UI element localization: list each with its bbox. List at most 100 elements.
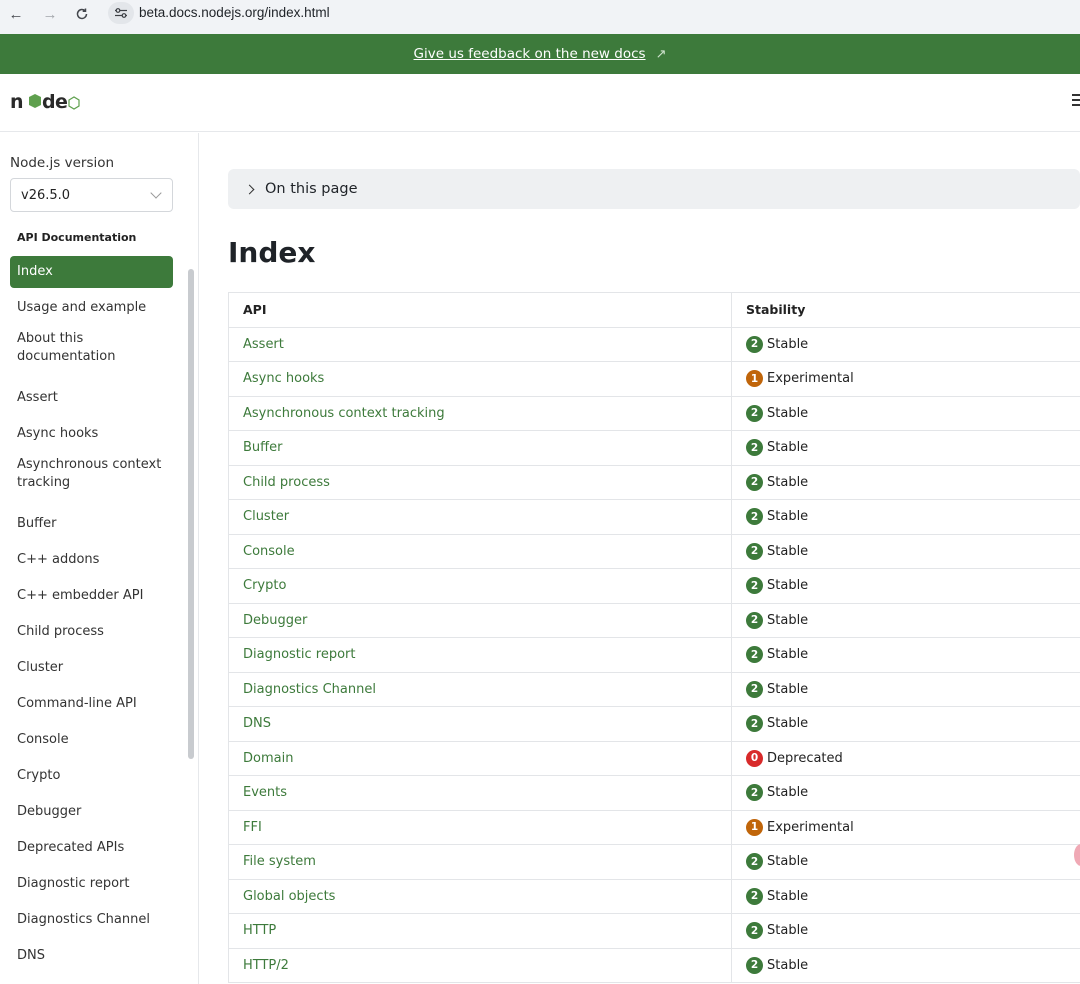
stability-cell: 2 Stable xyxy=(731,326,1080,362)
stability-badge: 2 xyxy=(746,577,763,595)
stability-label: Stable xyxy=(767,440,809,456)
sidebar-item[interactable]: Command-line API xyxy=(10,688,173,720)
table-row: DNS 2 Stable xyxy=(228,706,1080,742)
api-link[interactable]: Diagnostic report xyxy=(228,637,732,673)
forward-icon[interactable]: → xyxy=(40,4,60,24)
api-link[interactable]: Global objects xyxy=(228,878,732,914)
table-row: Diagnostic report 2 Stable xyxy=(228,637,1080,673)
stability-cell: 2 Stable xyxy=(731,706,1080,742)
stability-label: Stable xyxy=(767,543,809,559)
table-row: Crypto 2 Stable xyxy=(228,568,1080,604)
feedback-link[interactable]: Give us feedback on the new docs xyxy=(414,46,646,62)
sidebar-item[interactable]: Cluster xyxy=(10,652,173,684)
stability-label: Deprecated xyxy=(767,750,843,766)
reload-icon[interactable] xyxy=(72,4,92,24)
sidebar-item[interactable]: Diagnostics Channel xyxy=(10,904,173,936)
sidebar-item[interactable]: C++ embedder API xyxy=(10,580,173,612)
stability-label: Experimental xyxy=(767,819,854,835)
tune-icon xyxy=(115,8,127,18)
table-row: Global objects 2 Stable xyxy=(228,878,1080,914)
stability-badge: 2 xyxy=(746,887,763,905)
chevron-down-icon xyxy=(150,187,162,199)
table-row: HTTP 2 Stable xyxy=(228,913,1080,949)
sidebar-item[interactable]: Diagnostic report xyxy=(10,868,173,900)
sidebar-item[interactable]: About this documentation xyxy=(10,328,173,368)
version-value: v26.5.0 xyxy=(21,187,71,203)
on-this-page-toggle[interactable]: On this page xyxy=(228,169,1080,209)
stability-badge: 2 xyxy=(746,508,763,526)
api-link[interactable]: Debugger xyxy=(228,602,732,638)
on-this-page-label: On this page xyxy=(265,181,358,197)
api-link[interactable]: Assert xyxy=(228,326,732,362)
sidebar-item[interactable]: Child process xyxy=(10,616,173,648)
sidebar: Node.js version v26.5.0 API Documentatio… xyxy=(0,133,199,984)
stability-label: Stable xyxy=(767,716,809,732)
sidebar-item[interactable]: Buffer xyxy=(10,508,173,540)
external-link-icon: ↗ xyxy=(655,46,667,61)
stability-cell: 2 Stable xyxy=(731,844,1080,880)
stability-cell: 2 Stable xyxy=(731,913,1080,949)
stability-cell: 2 Stable xyxy=(731,878,1080,914)
api-link[interactable]: Child process xyxy=(228,464,732,500)
api-link[interactable]: Console xyxy=(228,533,732,569)
sidebar-item[interactable]: Deprecated APIs xyxy=(10,832,173,864)
stability-cell: 1 Experimental xyxy=(731,361,1080,397)
api-link[interactable]: Asynchronous context tracking xyxy=(228,395,732,431)
sidebar-item[interactable]: Console xyxy=(10,724,173,756)
api-link[interactable]: FFI xyxy=(228,809,732,845)
stability-cell: 2 Stable xyxy=(731,671,1080,707)
api-index-table: API Stability Assert 2 Stable Async hooks 1 E… xyxy=(228,292,1080,983)
sidebar-item[interactable]: Index xyxy=(10,256,173,288)
sidebar-item[interactable]: C++ addons xyxy=(10,544,173,576)
api-link[interactable]: File system xyxy=(228,844,732,880)
stability-badge: 0 xyxy=(746,749,763,767)
table-row: Events 2 Stable xyxy=(228,775,1080,811)
stability-cell: 2 Stable xyxy=(731,568,1080,604)
nodejs-logo[interactable]: n d e xyxy=(10,92,82,112)
page-title: Index xyxy=(228,236,316,269)
address-bar[interactable]: beta.docs.nodejs.org/index.html xyxy=(139,5,330,20)
sidebar-item[interactable]: Debugger xyxy=(10,796,173,828)
api-link[interactable]: Cluster xyxy=(228,499,732,535)
sidebar-item[interactable]: Crypto xyxy=(10,760,173,792)
api-link[interactable]: Buffer xyxy=(228,430,732,466)
stability-cell: 2 Stable xyxy=(731,602,1080,638)
table-row: File system 2 Stable xyxy=(228,844,1080,880)
api-link[interactable]: HTTP/2 xyxy=(228,947,732,983)
stability-badge: 2 xyxy=(746,646,763,664)
sidebar-item[interactable]: Assert xyxy=(10,382,173,414)
sidebar-item[interactable]: Asynchronous context tracking xyxy=(10,454,173,494)
sidebar-scrollbar[interactable] xyxy=(188,269,194,759)
stability-label: Stable xyxy=(767,336,809,352)
stability-badge: 2 xyxy=(746,404,763,422)
sidebar-item[interactable]: DNS xyxy=(10,940,173,972)
api-link[interactable]: Events xyxy=(228,775,732,811)
stability-cell: 2 Stable xyxy=(731,775,1080,811)
stability-label: Stable xyxy=(767,405,809,421)
stability-label: Stable xyxy=(767,888,809,904)
stability-badge: 1 xyxy=(746,818,763,836)
stability-badge: 2 xyxy=(746,335,763,353)
table-row: Debugger 2 Stable xyxy=(228,602,1080,638)
table-row: Asynchronous context tracking 2 Stable xyxy=(228,395,1080,431)
table-row: Cluster 2 Stable xyxy=(228,499,1080,535)
version-select[interactable]: v26.5.0 xyxy=(10,178,173,212)
site-info-icon[interactable] xyxy=(108,2,134,24)
api-link[interactable]: DNS xyxy=(228,706,732,742)
api-link[interactable]: Diagnostics Channel xyxy=(228,671,732,707)
back-icon[interactable]: ← xyxy=(6,4,26,24)
sidebar-item[interactable]: Async hooks xyxy=(10,418,173,450)
hamburger-menu-icon[interactable] xyxy=(1072,94,1080,108)
table-row: Buffer 2 Stable xyxy=(228,430,1080,466)
api-link[interactable]: Crypto xyxy=(228,568,732,604)
stability-label: Stable xyxy=(767,923,809,939)
api-link[interactable]: Async hooks xyxy=(228,361,732,397)
table-row: HTTP/2 2 Stable xyxy=(228,947,1080,983)
stability-badge: 2 xyxy=(746,611,763,629)
sidebar-item[interactable]: Usage and example xyxy=(10,292,173,324)
api-link[interactable]: HTTP xyxy=(228,913,732,949)
stability-badge: 2 xyxy=(746,473,763,491)
api-link[interactable]: Domain xyxy=(228,740,732,776)
version-label: Node.js version xyxy=(10,155,115,171)
table-row: Async hooks 1 Experimental xyxy=(228,361,1080,397)
